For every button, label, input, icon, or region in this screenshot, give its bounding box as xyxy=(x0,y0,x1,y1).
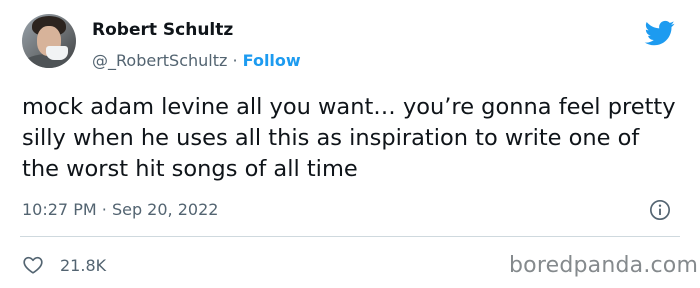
info-icon[interactable] xyxy=(649,199,671,221)
author-name[interactable]: Robert Schultz xyxy=(92,20,233,40)
author-handle-line: @_RobertSchultz · Follow xyxy=(92,51,301,70)
tweet-meta: 10:27 PM · Sep 20, 2022 xyxy=(22,200,218,219)
author-handle[interactable]: @_RobertSchultz xyxy=(92,51,227,70)
tweet-time[interactable]: 10:27 PM xyxy=(22,200,97,219)
source-watermark: boredpanda.com xyxy=(509,253,699,278)
tweet-date[interactable]: Sep 20, 2022 xyxy=(112,200,219,219)
avatar-cup xyxy=(46,46,68,60)
follow-button[interactable]: Follow xyxy=(243,51,301,70)
tweet-text: mock adam levine all you want… you’re go… xyxy=(22,94,676,182)
twitter-bird-icon[interactable] xyxy=(643,18,677,48)
tweet-card: Robert Schultz @_RobertSchultz · Follow … xyxy=(0,0,700,288)
heart-icon xyxy=(23,256,43,274)
like-button[interactable]: 21.8K xyxy=(22,254,106,276)
divider xyxy=(20,236,680,237)
avatar[interactable] xyxy=(22,14,76,68)
meta-separator: · xyxy=(101,200,107,219)
handle-separator: · xyxy=(232,51,238,70)
likes-count: 21.8K xyxy=(60,255,107,275)
